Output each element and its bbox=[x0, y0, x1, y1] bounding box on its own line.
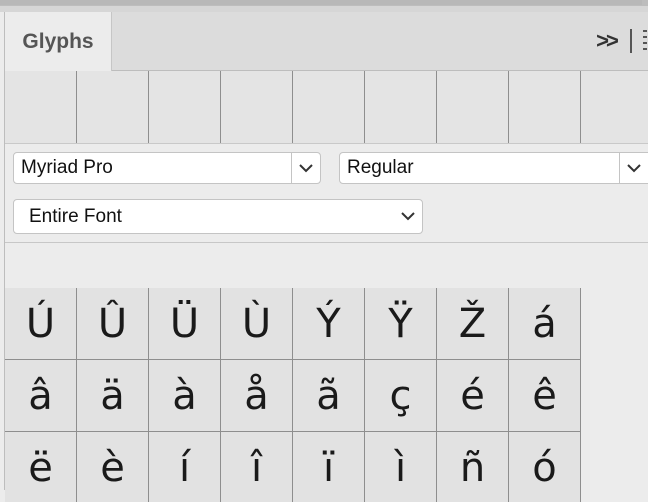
glyph-row: ë è í î ï ì ñ ó bbox=[5, 432, 581, 502]
glyph-cell[interactable]: Û bbox=[77, 288, 149, 360]
glyph-cell[interactable]: Ž bbox=[437, 288, 509, 360]
show-glyphs-select[interactable]: Entire Font bbox=[13, 199, 423, 234]
glyph-cell[interactable]: ë bbox=[5, 432, 77, 502]
chevron-down-icon[interactable] bbox=[394, 200, 422, 233]
collapse-panel-button[interactable]: >> bbox=[593, 28, 619, 54]
glyph-cell[interactable]: è bbox=[77, 432, 149, 502]
recent-glyph-slot[interactable] bbox=[365, 71, 437, 143]
font-style-select[interactable]: Regular bbox=[339, 152, 648, 184]
glyph-cell[interactable]: Ù bbox=[221, 288, 293, 360]
glyph-cell[interactable]: í bbox=[149, 432, 221, 502]
glyph-cell[interactable]: î bbox=[221, 432, 293, 502]
recent-glyph-slot[interactable] bbox=[77, 71, 149, 143]
font-family-select[interactable]: Myriad Pro bbox=[13, 152, 321, 184]
glyph-cell[interactable]: ä bbox=[77, 360, 149, 432]
recent-glyph-slot[interactable] bbox=[581, 71, 648, 143]
glyph-cell[interactable]: é bbox=[437, 360, 509, 432]
glyph-cell[interactable]: à bbox=[149, 360, 221, 432]
glyph-cell[interactable]: Ý bbox=[293, 288, 365, 360]
glyph-cell[interactable]: ç bbox=[365, 360, 437, 432]
panel-tab-bar: Glyphs >> bbox=[5, 12, 648, 71]
glyph-cell[interactable]: ñ bbox=[437, 432, 509, 502]
font-family-value: Myriad Pro bbox=[21, 157, 113, 178]
glyph-cell[interactable]: ì bbox=[365, 432, 437, 502]
panel-menu-icon[interactable] bbox=[643, 30, 648, 52]
show-glyphs-value: Entire Font bbox=[29, 205, 122, 227]
glyph-cell[interactable]: å bbox=[221, 360, 293, 432]
glyph-cell[interactable]: á bbox=[509, 288, 581, 360]
tab-glyphs[interactable]: Glyphs bbox=[5, 12, 112, 71]
recent-glyph-slot[interactable] bbox=[221, 71, 293, 143]
recently-used-glyphs bbox=[5, 71, 648, 144]
glyph-cell[interactable]: Ü bbox=[149, 288, 221, 360]
glyph-cell[interactable]: ï bbox=[293, 432, 365, 502]
glyph-cell[interactable]: Ÿ bbox=[365, 288, 437, 360]
chevron-down-icon[interactable] bbox=[291, 153, 320, 183]
glyph-controls: Myriad Pro Regular Entire Font bbox=[5, 144, 648, 243]
glyph-cell[interactable]: Ú bbox=[5, 288, 77, 360]
toolbar-divider bbox=[630, 29, 632, 53]
recent-glyph-slot[interactable] bbox=[149, 71, 221, 143]
font-style-value: Regular bbox=[347, 157, 414, 178]
glyph-cell[interactable]: ó bbox=[509, 432, 581, 502]
glyph-cell[interactable]: â bbox=[5, 360, 77, 432]
recent-glyph-slot[interactable] bbox=[293, 71, 365, 143]
window-top-strip bbox=[0, 0, 648, 12]
chevron-down-icon[interactable] bbox=[619, 153, 648, 183]
glyph-cell[interactable]: ê bbox=[509, 360, 581, 432]
glyph-grid: Ï Ñ Ó Ô Ö Ò Õ Š Ú Û Ü Ù Ý Ÿ Ž á â ä à å … bbox=[5, 202, 581, 502]
recent-glyph-slot[interactable] bbox=[437, 71, 509, 143]
recent-glyph-slot[interactable] bbox=[509, 71, 581, 143]
glyph-cell[interactable]: ã bbox=[293, 360, 365, 432]
glyph-row: â ä à å ã ç é ê bbox=[5, 360, 581, 432]
glyph-row: Ú Û Ü Ù Ý Ÿ Ž á bbox=[5, 288, 581, 360]
recent-glyph-slot[interactable] bbox=[5, 71, 77, 143]
glyphs-panel: Glyphs >> Ï Ñ Ó Ô Ö Ò Õ Š Ú Û Ü Ù bbox=[4, 12, 648, 502]
